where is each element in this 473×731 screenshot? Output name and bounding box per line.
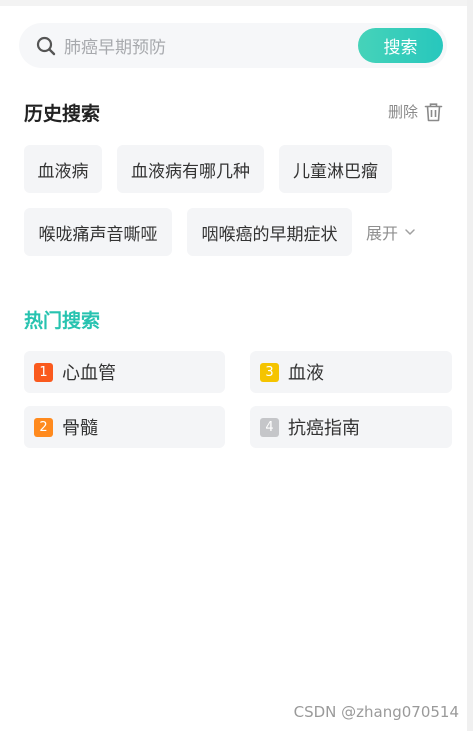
history-tag[interactable]: 血液病	[24, 145, 102, 193]
search-button[interactable]: 搜索	[358, 28, 443, 63]
hot-search-label: 心血管	[62, 363, 116, 384]
history-tag[interactable]: 血液病有哪几种	[117, 145, 264, 193]
hot-search-item[interactable]: 4 抗癌指南	[250, 406, 452, 448]
trash-icon	[424, 102, 443, 122]
search-page: 肺癌早期预防 搜索 历史搜索 删除 血液病 血液病有哪几种 儿童淋巴瘤 喉咙痛声…	[0, 0, 473, 731]
rank-badge: 3	[260, 362, 279, 382]
hot-search-item[interactable]: 2 骨髓	[24, 406, 225, 448]
hot-search-label: 骨髓	[62, 418, 98, 439]
search-bar[interactable]: 肺癌早期预防 搜索	[19, 23, 447, 68]
top-divider	[0, 0, 473, 6]
rank-badge: 2	[34, 417, 53, 437]
history-tag[interactable]: 儿童淋巴瘤	[279, 145, 392, 193]
hot-search-label: 抗癌指南	[288, 418, 360, 439]
hot-search-label: 血液	[288, 363, 324, 384]
hot-search-item[interactable]: 3 血液	[250, 351, 452, 393]
history-tag[interactable]: 咽喉癌的早期症状	[187, 208, 352, 256]
rank-badge: 4	[260, 417, 279, 437]
hot-search-title: 热门搜索	[24, 310, 101, 332]
hot-search-item[interactable]: 1 心血管	[24, 351, 225, 393]
right-scroll-edge	[467, 0, 473, 731]
expand-history-button[interactable]: 展开	[366, 220, 416, 244]
search-icon	[36, 36, 56, 56]
history-title: 历史搜索	[24, 103, 101, 125]
rank-badge: 1	[34, 362, 53, 382]
expand-label: 展开	[366, 224, 399, 243]
chevron-down-icon	[404, 226, 416, 238]
delete-label: 删除	[387, 103, 418, 121]
delete-history-button[interactable]: 删除	[388, 101, 443, 122]
watermark: CSDN @zhang070514	[293, 703, 459, 721]
history-tag[interactable]: 喉咙痛声音嘶哑	[24, 208, 172, 256]
